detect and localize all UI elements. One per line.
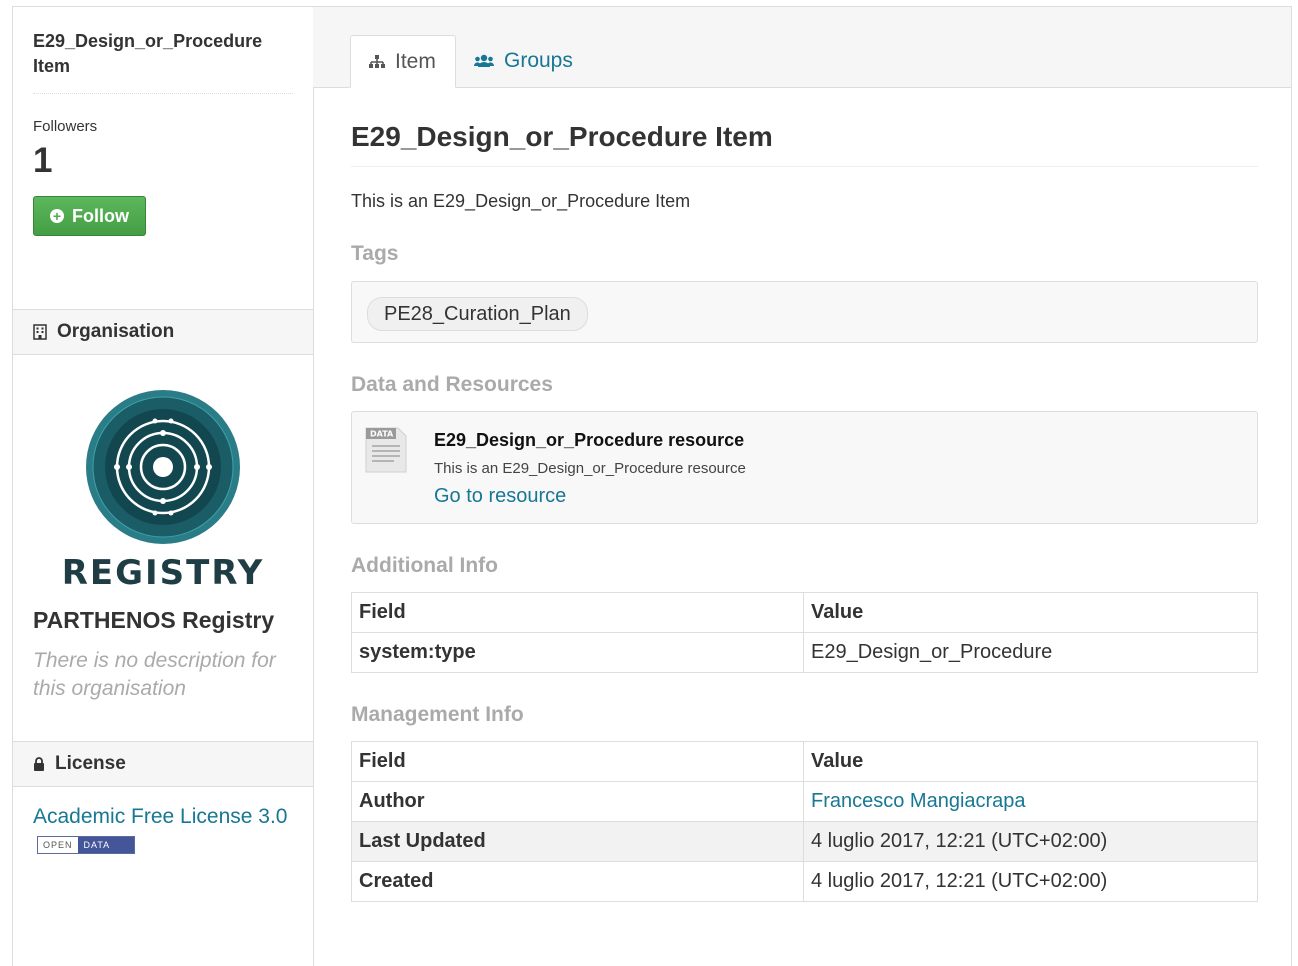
sidebar: E29_Design_or_Procedure Item Followers 1… xyxy=(13,7,314,966)
organisation-description: There is no description for this organis… xyxy=(33,649,276,700)
registry-logo-image xyxy=(86,390,240,544)
table-row: Last Updated 4 luglio 2017, 12:21 (UTC+0… xyxy=(351,821,1258,862)
license-info: Academic Free License 3.0 OPEN DATA xyxy=(33,803,298,859)
value-cell: E29_Design_or_Procedure xyxy=(803,632,1258,673)
open-data-badge-open: OPEN xyxy=(38,837,78,854)
dataset-notes: This is an E29_Design_or_Procedure Item xyxy=(351,191,691,211)
tab-item[interactable]: Item xyxy=(350,35,456,88)
table-header-field: Field xyxy=(351,741,804,782)
table-row: system:type E29_Design_or_Procedure xyxy=(351,632,1258,673)
field-cell: Author xyxy=(351,781,804,822)
data-file-icon: DATA xyxy=(365,427,407,473)
tag-item[interactable]: PE28_Curation_Plan xyxy=(367,297,588,331)
page-wrapper: E29_Design_or_Procedure Item Followers 1… xyxy=(12,6,1292,966)
organisation-heading: Organisation xyxy=(13,309,313,355)
resource-title[interactable]: E29_Design_or_Procedure resource xyxy=(434,430,744,451)
tab-item-label: Item xyxy=(395,49,436,73)
additional-info-table: Field Value system:type E29_Design_or_Pr… xyxy=(351,592,1258,673)
resource-item[interactable]: DATA E29_Design_or_Procedure resource Th… xyxy=(351,411,1258,524)
registry-logo-text: REGISTRY xyxy=(61,553,265,593)
tags-heading: Tags xyxy=(351,242,399,265)
license-link[interactable]: Academic Free License 3.0 xyxy=(33,805,287,828)
page-title: E29_Design_or_Procedure Item xyxy=(351,87,1258,167)
value-cell: Francesco Mangiacrapa xyxy=(803,781,1258,822)
tab-bar: Item Groups xyxy=(313,7,1291,88)
field-cell: system:type xyxy=(351,632,804,673)
organisation-logo[interactable]: REGISTRY xyxy=(33,387,293,593)
table-header-value: Value xyxy=(803,741,1258,782)
value-cell: 4 luglio 2017, 12:21 (UTC+02:00) xyxy=(803,821,1258,862)
organisation-heading-label: Organisation xyxy=(57,321,175,342)
value-cell: 4 luglio 2017, 12:21 (UTC+02:00) xyxy=(803,861,1258,902)
dataset-info-module: E29_Design_or_Procedure Item Followers 1… xyxy=(13,7,313,236)
table-header-row: Field Value xyxy=(351,592,1258,633)
tags-panel: PE28_Curation_Plan xyxy=(351,281,1258,343)
table-header-value: Value xyxy=(803,592,1258,633)
license-heading-label: License xyxy=(55,753,126,774)
lock-icon xyxy=(34,757,44,771)
open-data-badge[interactable]: OPEN DATA xyxy=(37,836,136,855)
resource-description: This is an E29_Design_or_Procedure resou… xyxy=(434,460,746,477)
building-icon xyxy=(33,324,47,340)
users-icon xyxy=(474,54,494,67)
sitemap-icon xyxy=(369,54,385,68)
organisation-name: PARTHENOS Registry xyxy=(33,607,275,633)
follow-button-label: Follow xyxy=(72,205,129,226)
author-link[interactable]: Francesco Mangiacrapa xyxy=(811,790,1026,812)
resources-heading: Data and Resources xyxy=(351,373,553,396)
go-to-resource-link[interactable]: Go to resource xyxy=(434,485,566,508)
data-file-icon-label: DATA xyxy=(370,430,394,439)
dataset-content: E29_Design_or_Procedure Item This is an … xyxy=(351,87,1258,902)
tab-groups-label: Groups xyxy=(504,49,573,72)
license-heading: License xyxy=(13,741,313,787)
table-row: Author Francesco Mangiacrapa xyxy=(351,781,1258,822)
management-info-heading: Management Info xyxy=(351,703,524,726)
table-header-field: Field xyxy=(351,592,804,633)
additional-info-heading: Additional Info xyxy=(351,554,498,577)
follow-button[interactable]: + Follow xyxy=(33,196,146,236)
field-cell: Created xyxy=(351,861,804,902)
management-info-table: Field Value Author Francesco Mangiacrapa… xyxy=(351,741,1258,902)
open-data-badge-data: DATA xyxy=(77,837,135,854)
followers-count: 1 xyxy=(33,141,53,180)
followers-label: Followers xyxy=(33,118,98,135)
plus-circle-icon: + xyxy=(50,209,64,223)
table-row: Created 4 luglio 2017, 12:21 (UTC+02:00) xyxy=(351,861,1258,902)
tab-groups[interactable]: Groups xyxy=(456,35,591,87)
dataset-title: E29_Design_or_Procedure Item xyxy=(33,7,293,94)
main-content: Item Groups E29_Design_or_Procedure Item… xyxy=(313,7,1291,966)
table-header-row: Field Value xyxy=(351,741,1258,782)
field-cell: Last Updated xyxy=(351,821,804,862)
